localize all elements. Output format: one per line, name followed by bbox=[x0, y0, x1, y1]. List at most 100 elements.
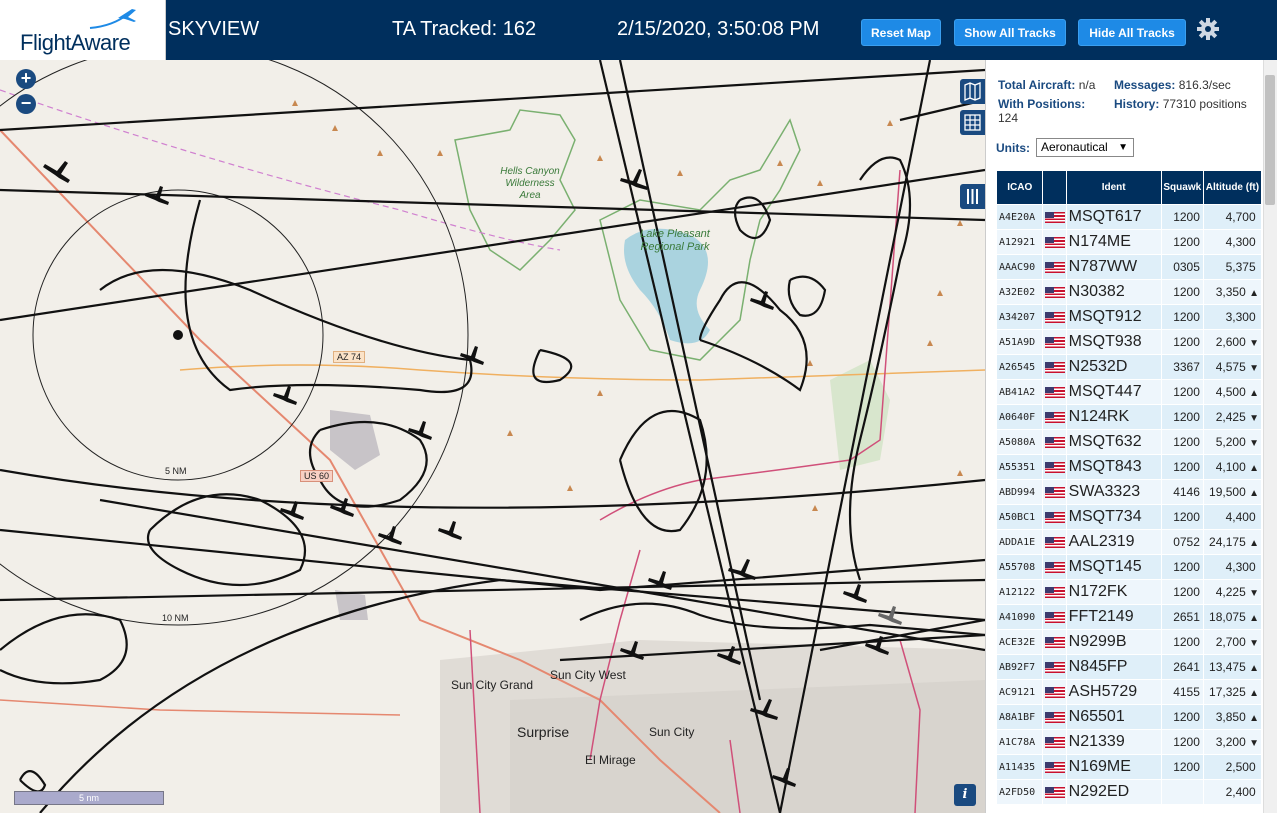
zoom-out-button[interactable]: − bbox=[16, 94, 36, 114]
show-all-tracks-button[interactable]: Show All Tracks bbox=[954, 19, 1066, 46]
table-row[interactable]: A26545 N2532D 3367 4,575 ▼ bbox=[995, 354, 1263, 380]
table-row[interactable]: AB92F7 N845FP 2641 13,475 ▲ bbox=[995, 654, 1263, 680]
trend-icon: ▲ bbox=[1249, 538, 1259, 549]
table-row[interactable]: A41090 FFT2149 2651 18,075 ▲ bbox=[995, 604, 1263, 630]
icao-cell: A1C78A bbox=[995, 729, 1044, 755]
altitude-cell: 19,500 ▲ bbox=[1202, 479, 1263, 505]
label-lake-pleasant: Lake Pleasant Regional Park bbox=[640, 228, 710, 253]
table-row[interactable]: ACE32E N9299B 1200 2,700 ▼ bbox=[995, 629, 1263, 655]
squawk-cell bbox=[1160, 779, 1204, 805]
altitude-cell: 13,475 ▲ bbox=[1202, 654, 1263, 680]
us-flag-icon bbox=[1042, 229, 1067, 255]
col-ident[interactable]: Ident bbox=[1065, 170, 1162, 205]
squawk-cell: 1200 bbox=[1160, 504, 1204, 530]
trend-icon: ▼ bbox=[1249, 588, 1259, 599]
altitude-value: 4,700 bbox=[1225, 210, 1256, 224]
table-row[interactable]: A32E02 N30382 1200 3,350 ▲ bbox=[995, 279, 1263, 305]
messages-value: 816.3/sec bbox=[1178, 78, 1231, 92]
total-aircraft-stat: Total Aircraft: n/a bbox=[998, 78, 1095, 92]
table-row[interactable]: A12921 N174ME 1200 4,300 bbox=[995, 229, 1263, 255]
grid-icon[interactable] bbox=[960, 110, 985, 135]
col-flag[interactable] bbox=[1042, 170, 1067, 205]
label-hells-canyon: Hells Canyon Wilderness Area bbox=[500, 166, 560, 201]
info-button[interactable]: i bbox=[954, 784, 976, 806]
chevron-down-icon: ▼ bbox=[1118, 142, 1128, 153]
altitude-value: 4,575 bbox=[1215, 360, 1246, 374]
table-row[interactable]: A0640F N124RK 1200 2,425 ▼ bbox=[995, 404, 1263, 430]
table-row[interactable]: A51A9D MSQT938 1200 2,600 ▼ bbox=[995, 329, 1263, 355]
icao-cell: A2FD50 bbox=[995, 779, 1044, 805]
columns-toggle-icon[interactable] bbox=[960, 184, 985, 209]
squawk-cell: 3367 bbox=[1160, 354, 1204, 380]
altitude-cell: 2,600 ▼ bbox=[1202, 329, 1263, 355]
table-row[interactable]: AC9121 ASH5729 4155 17,325 ▲ bbox=[995, 679, 1263, 705]
col-squawk[interactable]: Squawk bbox=[1160, 170, 1204, 205]
col-icao[interactable]: ICAO bbox=[995, 170, 1044, 205]
ident-cell: N124RK bbox=[1065, 404, 1162, 430]
table-row[interactable]: A8A1BF N65501 1200 3,850 ▲ bbox=[995, 704, 1263, 730]
altitude-cell: 4,300 bbox=[1202, 229, 1263, 255]
table-row[interactable]: ABD994 SWA3323 4146 19,500 ▲ bbox=[995, 479, 1263, 505]
ident-cell: MSQT938 bbox=[1065, 329, 1162, 355]
altitude-cell: 3,350 ▲ bbox=[1202, 279, 1263, 305]
altitude-cell: 4,700 bbox=[1202, 204, 1263, 230]
table-row[interactable]: A11435 N169ME 1200 2,500 bbox=[995, 754, 1263, 780]
altitude-cell: 4,400 bbox=[1202, 504, 1263, 530]
messages-stat: Messages: 816.3/sec bbox=[1114, 78, 1231, 92]
logo-plane-icon bbox=[89, 9, 136, 29]
ident-cell: FFT2149 bbox=[1065, 604, 1162, 630]
gear-icon[interactable] bbox=[1195, 16, 1221, 42]
table-row[interactable]: A55708 MSQT145 1200 4,300 bbox=[995, 554, 1263, 580]
scrollbar-thumb[interactable] bbox=[1265, 75, 1275, 205]
us-flag-icon bbox=[1042, 604, 1067, 630]
squawk-cell: 1200 bbox=[1160, 754, 1204, 780]
table-row[interactable]: A5080A MSQT632 1200 5,200 ▼ bbox=[995, 429, 1263, 455]
table-row[interactable]: A12122 N172FK 1200 4,225 ▼ bbox=[995, 579, 1263, 605]
ident-cell: N9299B bbox=[1065, 629, 1162, 655]
table-row[interactable]: A50BC1 MSQT734 1200 4,400 bbox=[995, 504, 1263, 530]
panel-scrollbar[interactable] bbox=[1263, 60, 1277, 813]
altitude-cell: 4,100 ▲ bbox=[1202, 454, 1263, 480]
label-sun-city-west: Sun City West bbox=[550, 668, 626, 682]
squawk-cell: 1200 bbox=[1160, 579, 1204, 605]
altitude-value: 2,600 bbox=[1215, 335, 1246, 349]
map-layer-icon[interactable] bbox=[960, 79, 985, 104]
altitude-value: 18,075 bbox=[1209, 610, 1246, 624]
icao-cell: ABD994 bbox=[995, 479, 1044, 505]
units-select[interactable]: Aeronautical ▼ bbox=[1036, 138, 1134, 157]
table-row[interactable]: A34207 MSQT912 1200 3,300 bbox=[995, 304, 1263, 330]
with-positions-value: 124 bbox=[998, 111, 1019, 125]
altitude-cell: 2,500 bbox=[1202, 754, 1263, 780]
altitude-value: 4,400 bbox=[1225, 510, 1256, 524]
map-canvas[interactable]: Hells Canyon Wilderness Area Lake Pleasa… bbox=[0, 60, 985, 813]
with-positions-stat: With Positions: 124 bbox=[998, 97, 1108, 125]
table-row[interactable]: A4E20A MSQT617 1200 4,700 bbox=[995, 204, 1263, 230]
trend-icon: ▲ bbox=[1249, 488, 1259, 499]
total-aircraft-value: n/a bbox=[1078, 78, 1096, 92]
ring-label-5nm: 5 NM bbox=[165, 466, 187, 476]
altitude-cell: 5,200 ▼ bbox=[1202, 429, 1263, 455]
table-row[interactable]: AB41A2 MSQT447 1200 4,500 ▲ bbox=[995, 379, 1263, 405]
flightaware-logo[interactable]: FlightAware bbox=[0, 0, 166, 60]
us-flag-icon bbox=[1042, 379, 1067, 405]
table-row[interactable]: A1C78A N21339 1200 3,200 ▼ bbox=[995, 729, 1263, 755]
table-row[interactable]: A2FD50 N292ED 2,400 bbox=[995, 779, 1263, 805]
hide-all-tracks-button[interactable]: Hide All Tracks bbox=[1078, 19, 1186, 46]
altitude-cell: 24,175 ▲ bbox=[1202, 529, 1263, 555]
total-aircraft-label: Total Aircraft: bbox=[998, 78, 1076, 92]
altitude-cell: 5,375 bbox=[1202, 254, 1263, 280]
table-row[interactable]: AAAC90 N787WW 0305 5,375 bbox=[995, 254, 1263, 280]
altitude-value: 4,300 bbox=[1225, 560, 1256, 574]
zoom-in-button[interactable]: + bbox=[16, 69, 36, 89]
reset-map-button[interactable]: Reset Map bbox=[861, 19, 941, 46]
altitude-value: 2,425 bbox=[1215, 410, 1246, 424]
table-row[interactable]: ADDA1E AAL2319 0752 24,175 ▲ bbox=[995, 529, 1263, 555]
ident-cell: MSQT145 bbox=[1065, 554, 1162, 580]
units-label: Units: bbox=[996, 141, 1030, 155]
altitude-cell: 4,225 ▼ bbox=[1202, 579, 1263, 605]
col-altitude[interactable]: Altitude (ft) bbox=[1202, 170, 1263, 205]
table-row[interactable]: A55351 MSQT843 1200 4,100 ▲ bbox=[995, 454, 1263, 480]
squawk-cell: 1200 bbox=[1160, 729, 1204, 755]
us-flag-icon bbox=[1042, 704, 1067, 730]
ident-cell: MSQT843 bbox=[1065, 454, 1162, 480]
